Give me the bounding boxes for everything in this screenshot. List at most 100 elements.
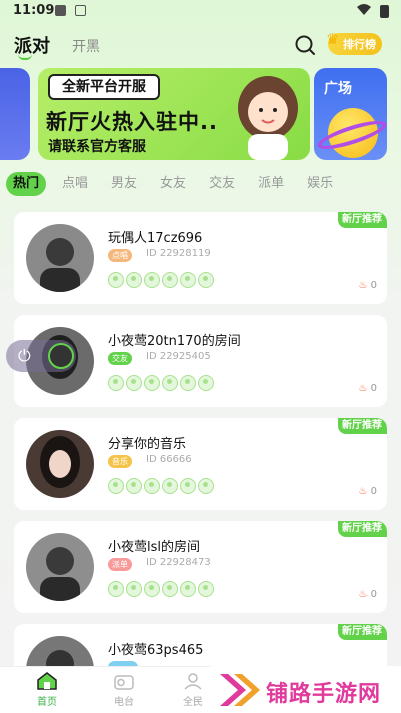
seat-icon xyxy=(108,375,124,391)
seat-icon xyxy=(108,272,124,288)
leaderboard-label: 排行榜 xyxy=(343,38,376,51)
search-icon[interactable] xyxy=(294,34,316,56)
room-id: ID 22928119 xyxy=(146,248,211,259)
battery-icon xyxy=(380,5,389,18)
seat-icon xyxy=(180,478,196,494)
room-title: 小夜莺63ps465 xyxy=(108,643,204,658)
nav-radio-label: 电台 xyxy=(114,697,134,708)
status-bar: 11:09 xyxy=(0,0,401,24)
seat-icon xyxy=(144,581,160,597)
top-header: 派对 开黑 ♛ 排行榜 xyxy=(0,28,401,64)
heat-count: ♨ 0 xyxy=(358,486,377,497)
category-tab-fun[interactable]: 娱乐 xyxy=(300,172,340,196)
heat-count: ♨ 0 xyxy=(358,589,377,600)
watermark-logo xyxy=(220,674,260,706)
new-room-badge: 新厅推荐 xyxy=(338,624,387,640)
seat-icon xyxy=(198,375,214,391)
seat-row xyxy=(108,272,214,288)
seat-icon xyxy=(180,581,196,597)
notification-icon xyxy=(55,5,66,16)
power-icon: ⏻ xyxy=(18,346,31,365)
banner-main[interactable]: 全新平台开服 新厅火热入驻中.. 请联系官方客服 xyxy=(38,68,310,160)
new-room-badge: 新厅推荐 xyxy=(338,418,387,434)
notification-icon-2 xyxy=(75,5,86,16)
flame-icon: ♨ xyxy=(358,383,368,394)
seat-icon xyxy=(198,478,214,494)
seat-icon xyxy=(126,581,142,597)
banner-title: 新厅火热入驻中.. xyxy=(46,110,218,134)
people-icon xyxy=(184,673,202,690)
room-card[interactable]: 新厅推荐 分享你的音乐 音乐 ID 66666 ♨ 0 xyxy=(14,418,387,510)
toggle-knob xyxy=(48,343,74,369)
floating-power-toggle[interactable]: ⏻ xyxy=(6,340,76,372)
nav-home-label: 首页 xyxy=(37,697,57,708)
room-card[interactable]: 新厅推荐 玩偶人17cz696 点唱 ID 22928119 ♨ 0 xyxy=(14,212,387,304)
room-id: ID 22928473 xyxy=(146,557,211,568)
heat-value: 0 xyxy=(370,280,377,291)
heat-value: 0 xyxy=(370,383,377,394)
seat-icon xyxy=(126,375,142,391)
seat-icon xyxy=(126,478,142,494)
room-tag: 点唱 xyxy=(108,249,132,262)
seat-icon xyxy=(198,581,214,597)
nav-home[interactable]: 首页 xyxy=(22,671,72,708)
banner-prev[interactable] xyxy=(0,68,30,160)
avatar xyxy=(26,430,94,498)
new-room-badge: 新厅推荐 xyxy=(338,521,387,537)
seat-icon xyxy=(108,478,124,494)
seat-icon xyxy=(162,272,178,288)
room-title: 玩偶人17cz696 xyxy=(108,231,203,246)
radio-icon xyxy=(114,675,134,690)
avatar xyxy=(26,533,94,601)
seat-icon xyxy=(162,581,178,597)
leaderboard-button[interactable]: ♛ 排行榜 xyxy=(326,30,382,55)
category-tab-girlfriend[interactable]: 女友 xyxy=(153,172,193,196)
new-room-badge: 新厅推荐 xyxy=(338,212,387,228)
category-tab-sing[interactable]: 点唱 xyxy=(55,172,95,196)
seat-icon xyxy=(162,375,178,391)
room-title: 分享你的音乐 xyxy=(108,437,187,452)
active-tab-indicator xyxy=(18,54,32,60)
seat-icon xyxy=(180,272,196,288)
seat-row xyxy=(108,375,214,391)
seat-row xyxy=(108,581,214,597)
room-id: ID 22925405 xyxy=(146,351,211,362)
room-tag: 音乐 xyxy=(108,455,132,468)
watermark: 铺路手游网 xyxy=(210,666,401,713)
banner-girl-illustration xyxy=(238,76,298,160)
category-tab-orders[interactable]: 派单 xyxy=(251,172,291,196)
category-tabs: 热门 点唱 男友 女友 交友 派单 娱乐 xyxy=(6,172,349,196)
seat-icon xyxy=(144,478,160,494)
room-tag: 交友 xyxy=(108,352,132,365)
room-title: 小夜莺lsl的房间 xyxy=(108,540,200,555)
heat-count: ♨ 0 xyxy=(358,383,377,394)
nav-people-label: 全民 xyxy=(183,697,203,708)
seat-icon xyxy=(144,272,160,288)
heat-value: 0 xyxy=(370,589,377,600)
seat-icon xyxy=(144,375,160,391)
tab-team-up[interactable]: 开黑 xyxy=(72,36,100,56)
watermark-text: 铺路手游网 xyxy=(266,682,382,707)
heat-value: 0 xyxy=(370,486,377,497)
seat-icon xyxy=(198,272,214,288)
category-tab-boyfriend[interactable]: 男友 xyxy=(104,172,144,196)
banner-tag: 全新平台开服 xyxy=(48,74,160,100)
room-id: ID 66666 xyxy=(146,454,192,465)
flame-icon: ♨ xyxy=(358,486,368,497)
crown-icon: ♛ xyxy=(326,30,340,48)
seat-icon xyxy=(162,478,178,494)
seat-row xyxy=(108,478,214,494)
flame-icon: ♨ xyxy=(358,589,368,600)
heat-count: ♨ 0 xyxy=(358,280,377,291)
room-tag: 派单 xyxy=(108,558,132,571)
avatar xyxy=(26,224,94,292)
banner-subtitle: 请联系官方客服 xyxy=(48,139,146,155)
seat-icon xyxy=(180,375,196,391)
nav-radio[interactable]: 电台 xyxy=(99,671,149,708)
room-card[interactable]: 新厅推荐 小夜莺lsl的房间 派单 ID 22928473 ♨ 0 xyxy=(14,521,387,613)
seat-icon xyxy=(108,581,124,597)
category-tab-friends[interactable]: 交友 xyxy=(202,172,242,196)
banner-plaza[interactable]: 广场 xyxy=(314,68,387,160)
category-tab-hot[interactable]: 热门 xyxy=(6,172,47,196)
wifi-icon xyxy=(357,4,371,15)
